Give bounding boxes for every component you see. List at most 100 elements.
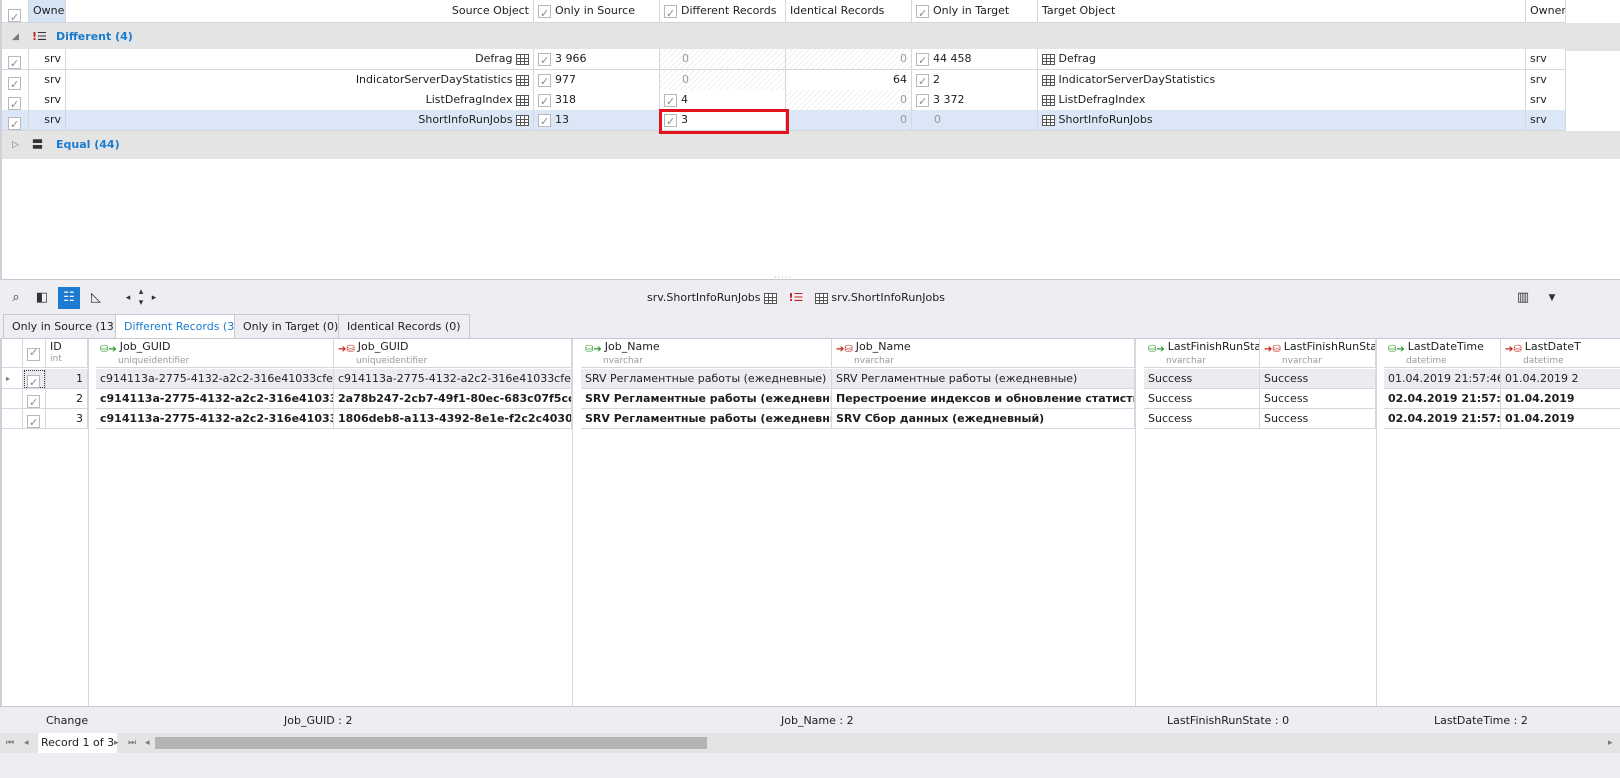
record-checkbox[interactable]: [23, 369, 46, 389]
value: 0: [682, 73, 689, 86]
different-records-checkbox[interactable]: [664, 3, 677, 22]
column-header-id[interactable]: ID int: [46, 339, 88, 368]
column-header-owner[interactable]: Owner: [29, 0, 66, 23]
table-icon: [516, 94, 529, 106]
first-record-icon[interactable]: ⏮: [6, 733, 14, 753]
target-object-name: IndicatorServerDayStatistics: [1058, 73, 1216, 86]
column-header-source-object[interactable]: Source Object: [66, 0, 534, 23]
column-header-only-in-target[interactable]: Only in Target: [912, 0, 1038, 23]
key-columns-icon[interactable]: ☷: [58, 287, 80, 309]
table-row-selected[interactable]: srv ShortInfoRunJobs 13 3 0 0 ShortInfoR…: [2, 110, 1620, 131]
column-header-job-name-target[interactable]: ➔⛁ Job_Name nvarchar: [832, 339, 1135, 368]
column-header-identical-records[interactable]: Identical Records: [786, 0, 912, 23]
tab-different-records[interactable]: Different Records (3): [115, 314, 248, 339]
column-header-target-object[interactable]: Target Object: [1038, 0, 1526, 23]
owner-right-cell: srv: [1526, 90, 1566, 111]
header-label: Only in Source: [555, 4, 635, 17]
different-records-cell: 0: [660, 49, 786, 70]
different-records-cell[interactable]: 3: [660, 110, 786, 131]
value: 0: [900, 113, 907, 126]
expand-triangle-icon[interactable]: ▷: [12, 131, 19, 159]
record-checkbox[interactable]: [23, 389, 46, 409]
tab-only-in-source[interactable]: Only in Source (13): [3, 314, 128, 339]
table-row[interactable]: srv ListDefragIndex 318 4 0 3 372 ListDe…: [2, 90, 1620, 111]
column-header-owner-right[interactable]: Owner: [1526, 0, 1566, 23]
dropdown-arrow-icon[interactable]: ▼: [1541, 287, 1563, 309]
row-checkbox[interactable]: [2, 70, 29, 91]
split-view-icon[interactable]: ◧: [31, 287, 53, 309]
date-target-cell: 01.04.2019: [1501, 409, 1620, 429]
group-row-equal[interactable]: ▷ 〓 Equal (44): [2, 131, 1620, 159]
column-header-date-target[interactable]: ➔⛁ LastDateT datetime: [1501, 339, 1620, 368]
column-header-job-guid-target[interactable]: ➔⛁ Job_GUID uniqueidentifier: [334, 339, 572, 368]
tab-only-in-target[interactable]: Only in Target (0): [234, 314, 348, 339]
column-header-state-target[interactable]: ➔⛁LastFinishRunState nvarchar: [1260, 339, 1376, 368]
not-equal-icon: !☰: [788, 291, 804, 304]
value: 2: [933, 73, 940, 86]
tab-identical-records[interactable]: Identical Records (0): [338, 314, 470, 339]
column-type: datetime: [1406, 356, 1447, 366]
find-icon[interactable]: ⌕: [5, 287, 27, 309]
column-header-different-records[interactable]: Different Records: [660, 0, 786, 23]
source-db-icon: ⛁➔: [585, 344, 602, 355]
group-label: Equal (44): [56, 138, 120, 151]
table-icon: [1042, 94, 1055, 106]
column-header-job-name-source[interactable]: ⛁➔ Job_Name nvarchar: [581, 339, 832, 368]
source-object-cell: IndicatorServerDayStatistics: [66, 70, 534, 91]
collapse-triangle-icon[interactable]: ◢: [12, 23, 19, 51]
date-target-cell: 01.04.2019: [1501, 389, 1620, 409]
value: 0: [900, 93, 907, 106]
scroll-left-icon[interactable]: ◂: [145, 733, 150, 753]
column-name: Job_Name: [855, 340, 911, 353]
group-row-different[interactable]: ◢ !☰ Different (4): [2, 23, 1620, 51]
source-table-name: srv.ShortInfoRunJobs: [647, 291, 761, 304]
previous-record-icon[interactable]: ◂: [24, 733, 29, 753]
navigate-right-icon[interactable]: ▸: [143, 287, 165, 309]
table-row[interactable]: srv IndicatorServerDayStatistics 977 0 6…: [2, 70, 1620, 91]
select-all-checkbox[interactable]: [2, 0, 29, 23]
source-db-icon: ⛁➔: [100, 344, 117, 355]
only-in-source-cell[interactable]: 318: [534, 90, 660, 111]
table-row[interactable]: srv Defrag 3 966 0 0 44 458 Defrag srv: [2, 49, 1620, 70]
only-in-target-checkbox[interactable]: [916, 3, 929, 22]
record-checkbox[interactable]: [23, 409, 46, 429]
horizontal-scrollbar-thumb[interactable]: [155, 737, 707, 749]
column-header-date-source[interactable]: ⛁➔ LastDateTime datetime: [1384, 339, 1501, 368]
hide-identical-icon[interactable]: ◺: [85, 287, 107, 309]
target-db-icon: ➔⛁: [338, 344, 355, 355]
only-in-source-checkbox[interactable]: [538, 3, 551, 22]
row-checkbox[interactable]: [2, 49, 29, 70]
state-summary: LastFinishRunState : 0: [1167, 714, 1290, 727]
row-indicator-header: [2, 339, 23, 368]
last-record-icon[interactable]: ⏭: [128, 733, 136, 753]
value: 64: [893, 73, 907, 86]
row-checkbox[interactable]: [2, 90, 29, 111]
only-in-target-cell[interactable]: 3 372: [912, 90, 1038, 111]
date-summary: LastDateTime : 2: [1434, 714, 1528, 727]
splitter-grip[interactable]: ·····: [774, 273, 792, 282]
column-type: datetime: [1523, 356, 1564, 366]
only-in-target-cell: 0: [912, 110, 1038, 131]
select-all-records-checkbox[interactable]: [23, 339, 46, 368]
date-target-cell: 01.04.2019 2: [1501, 369, 1620, 389]
value: 3 372: [933, 93, 965, 106]
only-in-target-cell[interactable]: 44 458: [912, 49, 1038, 70]
column-header-state-source[interactable]: ⛁➔LastFinishRunState nvarchar: [1144, 339, 1260, 368]
records-grid: IDint ⛁➔Job_GUIDuniqueidentifier ➔⛁Job_G…: [0, 338, 1620, 707]
identical-records-cell: 64: [786, 70, 912, 91]
owner-cell: srv: [29, 110, 66, 131]
only-in-target-cell[interactable]: 2: [912, 70, 1038, 91]
only-in-source-cell[interactable]: 13: [534, 110, 660, 131]
column-header-job-guid-source[interactable]: ⛁➔ Job_GUID uniqueidentifier: [96, 339, 334, 368]
column-header-only-in-source[interactable]: Only in Source: [534, 0, 660, 23]
column-type: nvarchar: [1166, 356, 1206, 366]
row-checkbox[interactable]: [2, 110, 29, 131]
scroll-right-icon[interactable]: ▸: [1608, 733, 1613, 753]
only-in-source-cell[interactable]: 977: [534, 70, 660, 91]
only-in-source-cell[interactable]: 3 966: [534, 49, 660, 70]
next-record-icon[interactable]: ▸: [114, 733, 119, 753]
column-chooser-icon[interactable]: ▥: [1512, 287, 1534, 309]
different-records-cell[interactable]: 4: [660, 90, 786, 111]
job-guid-summary: Job_GUID : 2: [284, 714, 353, 727]
source-db-icon: ⛁➔: [1388, 344, 1405, 355]
